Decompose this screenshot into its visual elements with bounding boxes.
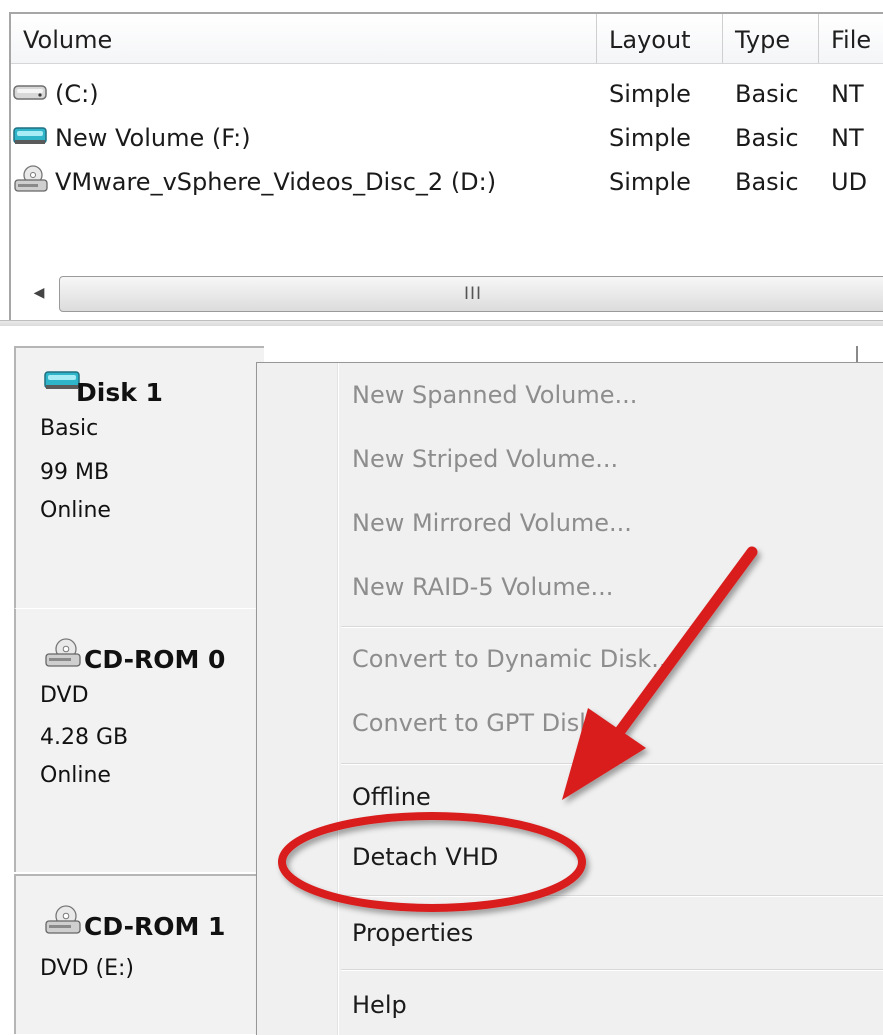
menu-separator bbox=[341, 763, 883, 765]
disk-name: CD-ROM 0 bbox=[84, 645, 226, 674]
menu-item-help[interactable]: Help bbox=[352, 991, 407, 1019]
column-header-type[interactable]: Type bbox=[723, 14, 819, 64]
volume-filesystem: UD bbox=[831, 168, 868, 196]
scrollbar-grip: III bbox=[463, 284, 483, 304]
volume-layout: Simple bbox=[609, 168, 691, 196]
drive-teal-icon bbox=[13, 127, 47, 144]
menu-item-offline[interactable]: Offline bbox=[352, 783, 431, 811]
volume-filesystem: NT bbox=[831, 80, 864, 108]
cd-drive-icon bbox=[14, 165, 48, 192]
volume-name: VMware_vSphere_Videos_Disc_2 (D:) bbox=[55, 168, 497, 196]
menu-item-new-mirrored-volume[interactable]: New Mirrored Volume... bbox=[352, 509, 632, 537]
context-menu-icon-gutter bbox=[257, 363, 339, 1035]
cd-drive-icon bbox=[45, 905, 81, 934]
menu-separator bbox=[341, 626, 883, 628]
column-header-volume[interactable]: Volume bbox=[11, 14, 597, 64]
menu-item-convert-to-dynamic-disk[interactable]: Convert to Dynamic Disk... bbox=[352, 645, 674, 673]
volume-name: (C:) bbox=[55, 80, 99, 108]
menu-item-new-striped-volume[interactable]: New Striped Volume... bbox=[352, 445, 618, 473]
disk-status: Online bbox=[40, 498, 111, 523]
volume-type: Basic bbox=[735, 124, 799, 152]
volume-list-header: Volume Layout Type File bbox=[11, 14, 883, 66]
volume-row[interactable]: VMware_vSphere_Videos_Disc_2 (D:) Simple… bbox=[11, 162, 883, 202]
cd-drive-icon bbox=[45, 638, 81, 667]
disk-status: Online bbox=[40, 763, 111, 788]
drive-gray-icon bbox=[13, 85, 47, 100]
column-header-layout[interactable]: Layout bbox=[597, 14, 723, 64]
scroll-left-arrow-icon[interactable]: ◀ bbox=[23, 278, 55, 308]
menu-separator bbox=[341, 895, 883, 897]
volume-row[interactable]: New Volume (F:) Simple Basic NT bbox=[11, 118, 883, 158]
disk-name: Disk 1 bbox=[76, 378, 163, 407]
volume-layout: Simple bbox=[609, 124, 691, 152]
disk-management-window: Volume Layout Type File (C:) Simple Basi… bbox=[0, 0, 883, 1035]
menu-item-properties[interactable]: Properties bbox=[352, 919, 473, 947]
disk-type: DVD bbox=[40, 683, 89, 708]
volume-type: Basic bbox=[735, 80, 799, 108]
menu-item-new-spanned-volume[interactable]: New Spanned Volume... bbox=[352, 381, 637, 409]
volume-row[interactable]: (C:) Simple Basic NT bbox=[11, 74, 883, 114]
scrollbar-thumb[interactable]: III bbox=[59, 276, 883, 312]
menu-item-convert-to-gpt-disk[interactable]: Convert to GPT Disk bbox=[352, 709, 593, 737]
disk-type: Basic bbox=[40, 416, 99, 441]
volume-filesystem: NT bbox=[831, 124, 864, 152]
column-header-filesystem[interactable]: File bbox=[819, 14, 883, 64]
disk-info-disk-1[interactable]: Disk 1 Basic 99 MB Online bbox=[14, 346, 264, 608]
volume-list: Volume Layout Type File (C:) Simple Basi… bbox=[9, 12, 883, 322]
volume-type: Basic bbox=[735, 168, 799, 196]
context-menu: New Spanned Volume... New Striped Volume… bbox=[256, 362, 883, 1035]
menu-item-new-raid5-volume[interactable]: New RAID-5 Volume... bbox=[352, 573, 613, 601]
disk-type: DVD (E:) bbox=[40, 956, 135, 981]
horizontal-scrollbar[interactable]: ◀ III bbox=[23, 274, 883, 312]
volume-name: New Volume (F:) bbox=[55, 124, 251, 152]
menu-separator bbox=[341, 969, 883, 971]
disk-info-cd-rom-1[interactable]: CD-ROM 1 DVD (E:) bbox=[14, 874, 264, 1034]
disk-name: CD-ROM 1 bbox=[84, 912, 226, 941]
disk-info-cd-rom-0[interactable]: CD-ROM 0 DVD 4.28 GB Online bbox=[14, 608, 264, 872]
disk-size: 4.28 GB bbox=[40, 725, 129, 750]
menu-item-detach-vhd[interactable]: Detach VHD bbox=[352, 843, 498, 871]
volume-layout: Simple bbox=[609, 80, 691, 108]
disk-size: 99 MB bbox=[40, 460, 110, 485]
